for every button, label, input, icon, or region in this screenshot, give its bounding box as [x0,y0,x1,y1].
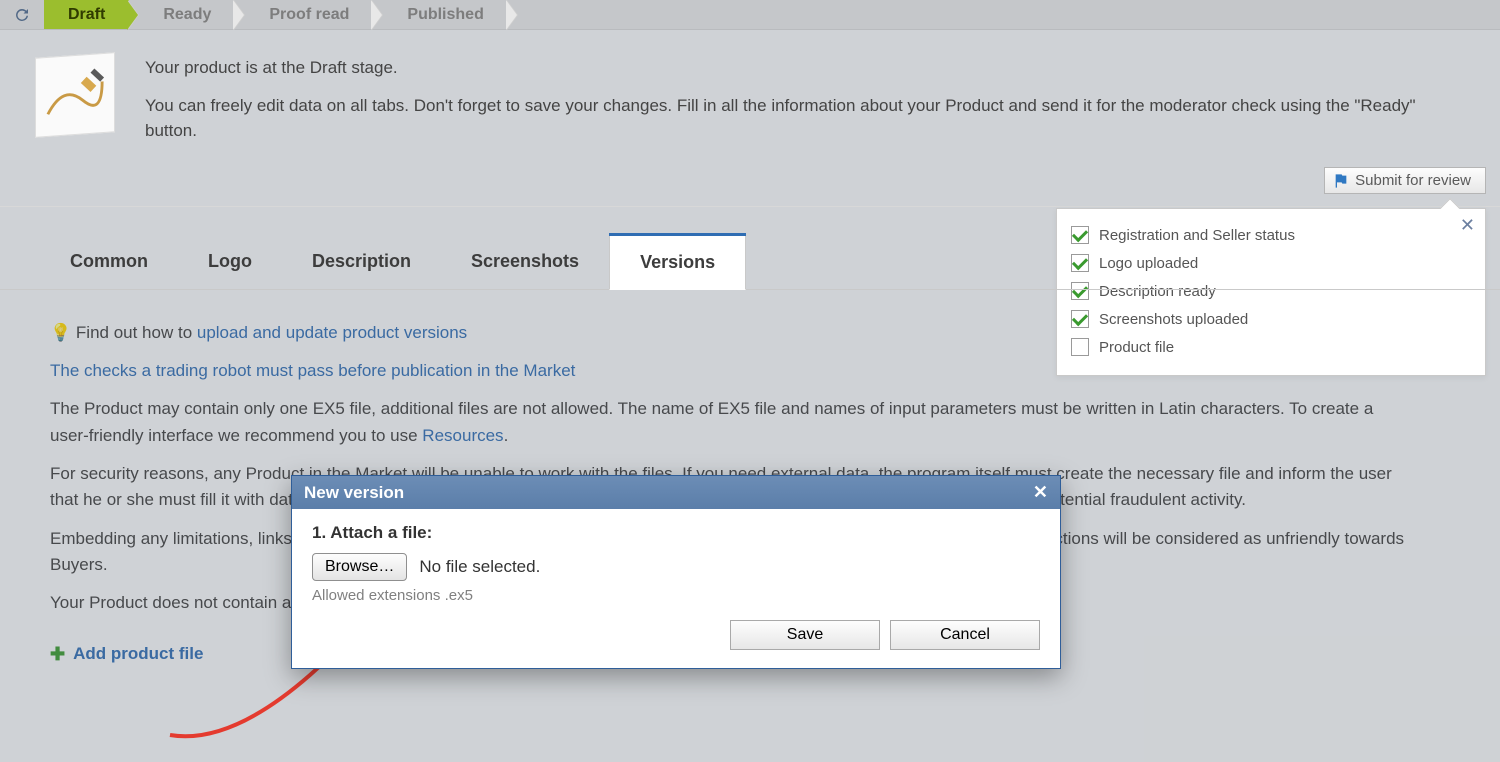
dialog-titlebar[interactable]: New version ✕ [292,476,1060,509]
stage-label: Draft [68,6,105,24]
tab-label: Screenshots [471,251,579,271]
lightbulb-icon: 💡 [50,323,71,342]
tab-versions[interactable]: Versions [609,235,746,290]
hint-prefix: Find out how to [76,323,197,342]
close-icon[interactable]: ✕ [1033,482,1048,503]
checks-link[interactable]: The checks a trading robot must pass bef… [50,361,575,380]
checkbox-checked-icon [1071,310,1089,328]
tab-logo[interactable]: Logo [178,235,282,290]
allowed-extensions-text: Allowed extensions .ex5 [312,587,1040,604]
submit-for-review-button[interactable]: Submit for review [1324,167,1486,194]
stage-label: Proof read [269,6,349,24]
checklist-item-label: Product file [1099,339,1174,356]
chevron-right-icon [507,0,518,30]
submit-button-label: Submit for review [1355,172,1471,189]
plus-icon: ✚ [50,641,65,669]
checklist-item-label: Screenshots uploaded [1099,311,1248,328]
new-version-dialog: New version ✕ 1. Attach a file: Browse… … [291,475,1061,669]
cancel-button[interactable]: Cancel [890,620,1040,650]
stage-published[interactable]: Published [383,0,507,29]
tab-label: Common [70,251,148,271]
browse-button[interactable]: Browse… [312,553,407,581]
stage-notice-line2: You can freely edit data on all tabs. Do… [145,93,1470,144]
save-button[interactable]: Save [730,620,880,650]
workflow-stage-bar: Draft Ready Proof read Published [0,0,1500,30]
checklist-item: Product file [1071,333,1471,361]
add-product-file-button[interactable]: ✚ Add product file [50,641,203,669]
resources-link[interactable]: Resources [422,426,503,445]
stage-label: Published [407,6,483,24]
flag-icon [1333,173,1349,189]
upload-guide-link[interactable]: upload and update product versions [197,323,467,342]
stage-notice: Your product is at the Draft stage. You … [0,30,1500,207]
para1b-text: . [504,426,509,445]
file-status-text: No file selected. [419,557,540,577]
add-product-label: Add product file [73,641,203,667]
dialog-title-text: New version [304,483,404,503]
tab-label: Description [312,251,411,271]
para1a-text: The Product may contain only one EX5 fil… [50,399,1373,444]
tab-screenshots[interactable]: Screenshots [441,235,609,290]
stage-proof-read[interactable]: Proof read [245,0,373,29]
tab-label: Logo [208,251,252,271]
tab-label: Versions [640,252,715,272]
product-tabs: Common Logo Description Screenshots Vers… [0,207,1500,290]
edit-note-icon [35,52,115,138]
tab-common[interactable]: Common [40,235,178,290]
checkbox-empty-icon [1071,338,1089,356]
stage-ready[interactable]: Ready [139,0,235,29]
chevron-right-icon [234,0,245,30]
chevron-right-icon [372,0,383,30]
chevron-right-icon [128,0,139,30]
refresh-icon[interactable] [0,0,44,29]
stage-draft[interactable]: Draft [44,0,129,29]
dialog-step-label: 1. Attach a file: [312,523,1040,543]
stage-label: Ready [163,6,211,24]
tab-description[interactable]: Description [282,235,441,290]
stage-notice-line1: Your product is at the Draft stage. [145,55,1470,81]
checklist-item: Screenshots uploaded [1071,305,1471,333]
